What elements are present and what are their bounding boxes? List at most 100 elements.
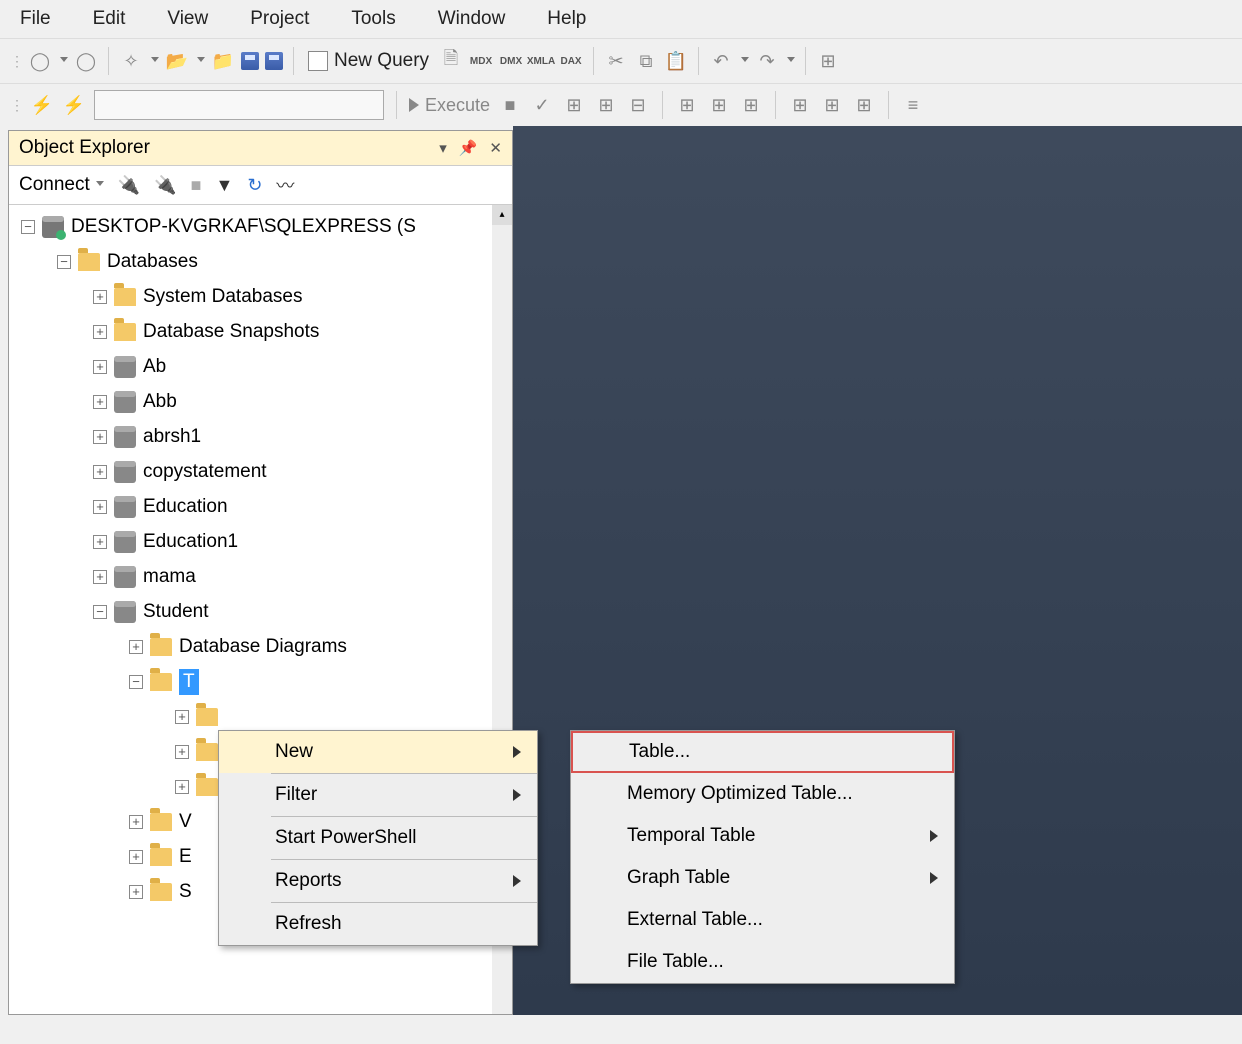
redo-button[interactable]: ↷ <box>755 49 779 73</box>
xmla-button[interactable]: XMLA <box>529 49 553 73</box>
expand-icon[interactable]: + <box>93 430 107 444</box>
menu-view[interactable]: View <box>161 4 214 34</box>
expand-icon[interactable]: + <box>175 780 189 794</box>
dmx-button[interactable]: DMX <box>499 49 523 73</box>
mdx-button[interactable]: MDX <box>469 49 493 73</box>
properties-button[interactable]: ⊞ <box>816 49 840 73</box>
context-refresh[interactable]: Refresh <box>219 903 537 945</box>
menu-file[interactable]: File <box>14 4 57 34</box>
collapse-icon[interactable]: − <box>57 255 71 269</box>
collapse-icon[interactable]: − <box>21 220 35 234</box>
expand-icon[interactable]: + <box>93 465 107 479</box>
plug-disconnect-icon[interactable]: 🔌 <box>154 175 176 196</box>
cut-button[interactable]: ✂ <box>604 49 628 73</box>
expand-icon[interactable]: + <box>129 640 143 654</box>
expand-icon[interactable]: + <box>175 745 189 759</box>
scroll-up-icon[interactable]: ▴ <box>492 205 512 225</box>
tree-database-snapshots[interactable]: + Database Snapshots <box>13 314 508 349</box>
new-project-button[interactable]: ✧ <box>119 49 143 73</box>
save-all-button[interactable] <box>265 52 283 70</box>
context-filter[interactable]: Filter <box>219 774 537 816</box>
menu-edit[interactable]: Edit <box>87 4 132 34</box>
results-button-3[interactable]: ⊞ <box>739 93 763 117</box>
stop-button[interactable]: ■ <box>498 93 522 117</box>
submenu-table[interactable]: Table... <box>571 731 954 773</box>
collapse-icon[interactable]: − <box>129 675 143 689</box>
filter-icon[interactable]: ▼ <box>216 175 234 196</box>
results-button-1[interactable]: ⊞ <box>675 93 699 117</box>
expand-icon[interactable]: + <box>93 570 107 584</box>
tree-tables-node[interactable]: − T <box>13 664 508 699</box>
menu-window[interactable]: Window <box>432 4 512 34</box>
collapse-icon[interactable]: − <box>93 605 107 619</box>
paste-button[interactable]: 📋 <box>664 49 688 73</box>
nav-back-dropdown[interactable] <box>60 57 68 65</box>
grid-button-1[interactable]: ⊞ <box>788 93 812 117</box>
menu-help[interactable]: Help <box>541 4 592 34</box>
expand-icon[interactable]: + <box>93 500 107 514</box>
tree-db-ab[interactable]: + Ab <box>13 349 508 384</box>
submenu-memory-table[interactable]: Memory Optimized Table... <box>571 773 954 815</box>
grid-button-3[interactable]: ⊞ <box>852 93 876 117</box>
close-icon[interactable]: ✕ <box>489 139 502 157</box>
undo-dropdown[interactable] <box>741 57 749 65</box>
dax-button[interactable]: DAX <box>559 49 583 73</box>
dropdown-icon[interactable]: ▾ <box>439 139 447 157</box>
submenu-temporal-table[interactable]: Temporal Table <box>571 815 954 857</box>
expand-icon[interactable]: + <box>129 815 143 829</box>
submenu-file-table[interactable]: File Table... <box>571 941 954 983</box>
nav-forward-button[interactable]: ◯ <box>74 49 98 73</box>
parse-button[interactable]: ✓ <box>530 93 554 117</box>
plan-button-3[interactable]: ⊟ <box>626 93 650 117</box>
tree-db-copystatement[interactable]: + copystatement <box>13 454 508 489</box>
plan-button-2[interactable]: ⊞ <box>594 93 618 117</box>
open-file-button[interactable]: 📁 <box>211 49 235 73</box>
nav-back-button[interactable]: ◯ <box>28 49 52 73</box>
submenu-graph-table[interactable]: Graph Table <box>571 857 954 899</box>
database-combo[interactable] <box>94 90 384 120</box>
tree-server-node[interactable]: − DESKTOP-KVGRKAF\SQLEXPRESS (S <box>13 209 508 244</box>
context-reports[interactable]: Reports <box>219 860 537 902</box>
tree-database-diagrams[interactable]: + Database Diagrams <box>13 629 508 664</box>
activity-icon[interactable]: 〰 <box>276 172 294 198</box>
execute-button[interactable]: Execute <box>409 95 490 116</box>
tree-db-abrsh1[interactable]: + abrsh1 <box>13 419 508 454</box>
plug-connect-icon[interactable]: 🔌 <box>118 175 140 196</box>
tree-system-databases[interactable]: + System Databases <box>13 279 508 314</box>
db-query-button[interactable]: 🗎 <box>439 49 463 73</box>
open-dropdown[interactable] <box>197 57 205 65</box>
tree-db-education1[interactable]: + Education1 <box>13 524 508 559</box>
expand-icon[interactable]: + <box>93 325 107 339</box>
expand-icon[interactable]: + <box>175 710 189 724</box>
open-button[interactable]: 📂 <box>165 49 189 73</box>
menu-tools[interactable]: Tools <box>345 4 401 34</box>
submenu-external-table[interactable]: External Table... <box>571 899 954 941</box>
refresh-icon[interactable]: ↻ <box>247 175 262 196</box>
results-button-2[interactable]: ⊞ <box>707 93 731 117</box>
grid-button-2[interactable]: ⊞ <box>820 93 844 117</box>
connect-icon[interactable]: ⚡ <box>30 93 54 117</box>
tree-db-education[interactable]: + Education <box>13 489 508 524</box>
expand-icon[interactable]: + <box>93 395 107 409</box>
new-query-button[interactable]: New Query <box>304 48 433 74</box>
context-new[interactable]: New <box>219 731 537 773</box>
pin-icon[interactable]: 📌 <box>459 139 478 157</box>
indent-button[interactable]: ≡ <box>901 93 925 117</box>
undo-button[interactable]: ↶ <box>709 49 733 73</box>
copy-button[interactable]: ⧉ <box>634 49 658 73</box>
tree-db-mama[interactable]: + mama <box>13 559 508 594</box>
redo-dropdown[interactable] <box>787 57 795 65</box>
expand-icon[interactable]: + <box>129 850 143 864</box>
expand-icon[interactable]: + <box>93 360 107 374</box>
expand-icon[interactable]: + <box>93 535 107 549</box>
tree-child[interactable]: + <box>13 699 508 734</box>
expand-icon[interactable]: + <box>93 290 107 304</box>
save-button[interactable] <box>241 52 259 70</box>
tree-db-student[interactable]: − Student <box>13 594 508 629</box>
plan-button-1[interactable]: ⊞ <box>562 93 586 117</box>
connect-dropdown[interactable]: Connect <box>19 174 104 196</box>
menu-project[interactable]: Project <box>244 4 315 34</box>
expand-icon[interactable]: + <box>129 885 143 899</box>
new-project-dropdown[interactable] <box>151 57 159 65</box>
stop-icon[interactable]: ■ <box>191 175 202 196</box>
